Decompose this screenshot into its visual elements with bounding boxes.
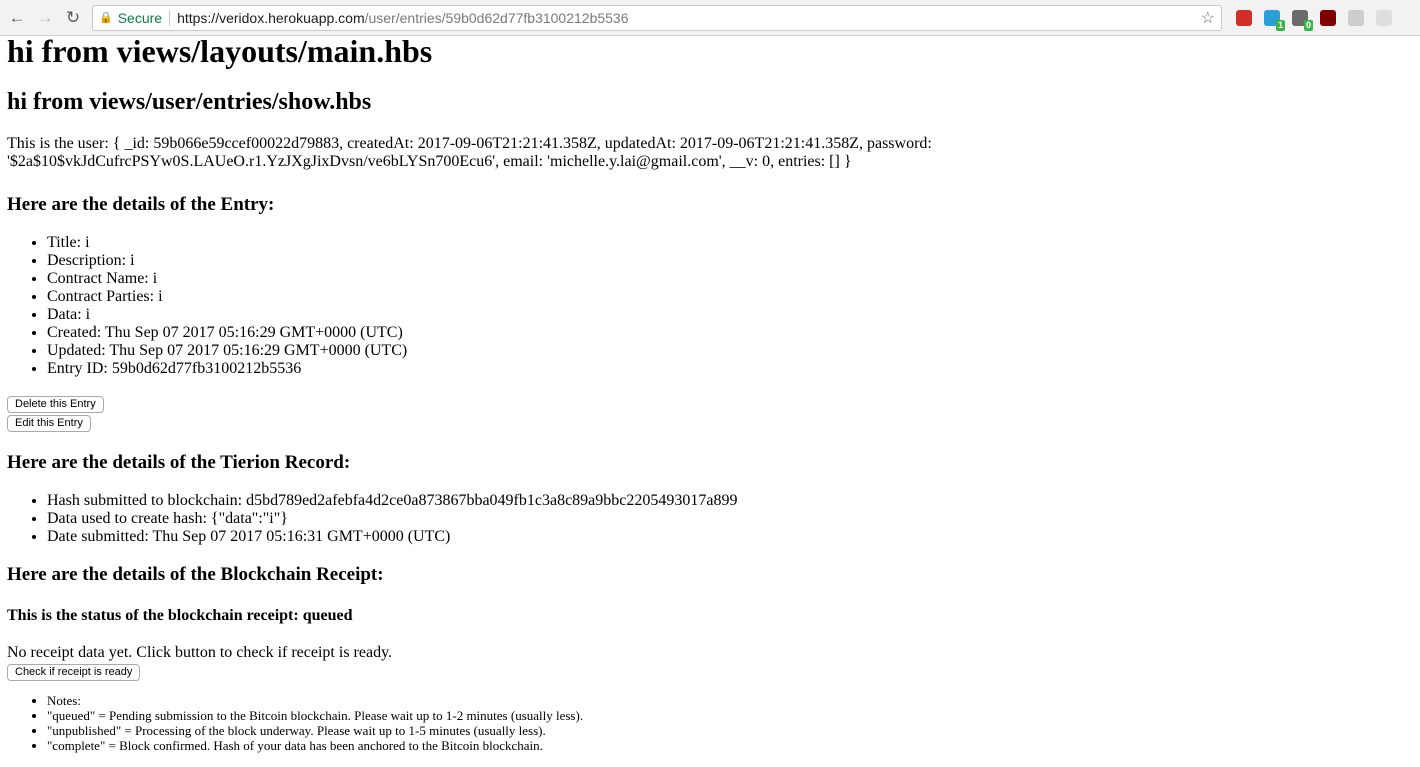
tierion-data: Data used to create hash: {"data":"i"} bbox=[47, 510, 1413, 528]
notes-label: Notes: bbox=[47, 693, 1413, 708]
extension-badge: 0 bbox=[1303, 19, 1313, 31]
skype-icon[interactable]: 1 bbox=[1264, 9, 1285, 31]
check-receipt-button[interactable]: Check if receipt is ready bbox=[7, 664, 141, 681]
ublock-icon[interactable] bbox=[1320, 9, 1336, 26]
notes-list: Notes: "queued" = Pending submission to … bbox=[7, 693, 1413, 753]
forward-arrow-icon[interactable]: → bbox=[34, 7, 56, 29]
receipt-status: This is the status of the blockchain rec… bbox=[7, 607, 353, 624]
entry-data: Data: i bbox=[47, 306, 1413, 324]
tierion-heading: Here are the details of the Tierion Reco… bbox=[7, 452, 351, 473]
url-host: https://veridox.herokuapp.com bbox=[177, 9, 365, 26]
lock-icon: 🔒 bbox=[99, 12, 113, 24]
address-separator bbox=[169, 9, 171, 26]
edit-entry-button[interactable]: Edit this Entry bbox=[7, 415, 91, 432]
url-path: /user/entries/59b0d62d77fb3100212b5536 bbox=[364, 9, 629, 26]
entry-title: Title: i bbox=[47, 234, 1413, 252]
extension-badge: 1 bbox=[1275, 19, 1285, 31]
extension-icon[interactable]: 0 bbox=[1292, 9, 1313, 31]
note-complete: "complete" = Block confirmed. Hash of yo… bbox=[47, 738, 1413, 753]
entry-heading: Here are the details of the Entry: bbox=[7, 194, 275, 215]
layout-heading: hi from views/layouts/main.hbs bbox=[7, 33, 433, 69]
entry-id: Entry ID: 59b0d62d77fb3100212b5536 bbox=[47, 360, 1413, 378]
back-arrow-icon[interactable]: ← bbox=[6, 7, 28, 29]
tierion-date: Date submitted: Thu Sep 07 2017 05:16:31… bbox=[47, 528, 1413, 546]
lastpass-icon[interactable] bbox=[1236, 9, 1252, 26]
entry-contract-parties: Contract Parties: i bbox=[47, 288, 1413, 306]
secure-label: Secure bbox=[117, 9, 163, 26]
tierion-hash: Hash submitted to blockchain: d5bd789ed2… bbox=[47, 492, 1413, 510]
delete-entry-button[interactable]: Delete this Entry bbox=[7, 396, 104, 413]
note-queued: "queued" = Pending submission to the Bit… bbox=[47, 708, 1413, 723]
entry-description: Description: i bbox=[47, 252, 1413, 270]
address-bar[interactable]: 🔒 Secure https://veridox.herokuapp.com/u… bbox=[92, 4, 1222, 31]
no-receipt-text: No receipt data yet. Click button to che… bbox=[7, 644, 393, 661]
page-content: hi from views/layouts/main.hbs hi from v… bbox=[0, 33, 1420, 753]
url-text[interactable]: https://veridox.herokuapp.com/user/entri… bbox=[177, 10, 1201, 26]
tierion-details-list: Hash submitted to blockchain: d5bd789ed2… bbox=[7, 492, 1413, 546]
entry-created: Created: Thu Sep 07 2017 05:16:29 GMT+00… bbox=[47, 324, 1413, 342]
browser-toolbar: ← → ↻ 🔒 Secure https://veridox.herokuapp… bbox=[0, 0, 1420, 36]
view-heading: hi from views/user/entries/show.hbs bbox=[7, 89, 372, 115]
extensions-bar: 10 bbox=[1236, 9, 1404, 31]
entry-details-list: Title: i Description: i Contract Name: i… bbox=[7, 234, 1413, 378]
reload-icon[interactable]: ↻ bbox=[62, 7, 84, 29]
entry-updated: Updated: Thu Sep 07 2017 05:16:29 GMT+00… bbox=[47, 342, 1413, 360]
user-info: This is the user: { _id: 59b066e59ccef00… bbox=[7, 135, 932, 170]
extension-icon-circle[interactable] bbox=[1376, 9, 1392, 26]
blockchain-heading: Here are the details of the Blockchain R… bbox=[7, 564, 384, 585]
note-unpublished: "unpublished" = Processing of the block … bbox=[47, 723, 1413, 738]
entry-contract-name: Contract Name: i bbox=[47, 270, 1413, 288]
extension-icon-gray[interactable] bbox=[1348, 9, 1364, 26]
bookmark-star-icon[interactable]: ☆ bbox=[1201, 8, 1215, 28]
